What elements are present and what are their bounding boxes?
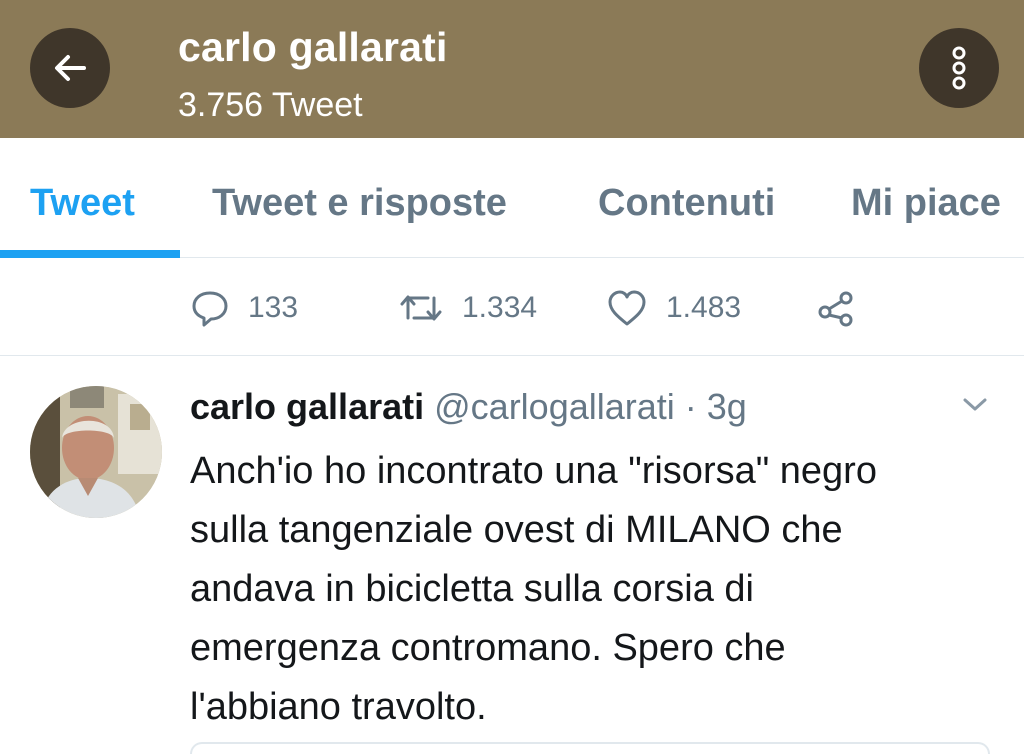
profile-name-title: carlo gallarati (178, 24, 448, 70)
like-action[interactable]: 1.483 (606, 288, 741, 328)
share-action[interactable] (815, 288, 875, 328)
arrow-left-icon (55, 55, 86, 81)
embedded-card-edge (190, 742, 990, 754)
tab-tweet-e-risposte[interactable]: Tweet e risposte (212, 182, 507, 225)
tweet-text-line: l'abbiano travolto. (190, 686, 487, 728)
tweet-author-name[interactable]: carlo gallarati (190, 386, 424, 427)
tweet-separator: · (674, 386, 707, 427)
retweet-count: 1.334 (462, 291, 538, 324)
back-button[interactable] (30, 28, 110, 108)
avatar[interactable] (30, 386, 162, 518)
profile-tabs: Tweet Tweet e risposte Contenuti Mi piac… (0, 138, 1024, 258)
more-options-button[interactable] (919, 28, 999, 108)
share-icon (818, 291, 853, 327)
tweet-menu-button[interactable] (962, 396, 988, 419)
more-vertical-icon (952, 46, 966, 90)
tweet-text-line: sulla tangenziale ovest di MILANO che (190, 509, 843, 551)
reply-icon (192, 291, 228, 327)
tweet-text-line: emergenza contromano. Spero che (190, 627, 786, 669)
tweet-text: Anch'io ho incontrato una "risorsa" negr… (190, 442, 990, 737)
active-tab-indicator (0, 250, 180, 258)
tweet-count: 3.756 Tweet (178, 86, 363, 124)
tab-mi-piace[interactable]: Mi piace (851, 182, 1001, 225)
tweet-time: 3g (706, 386, 747, 427)
tab-tweet[interactable]: Tweet (30, 182, 135, 225)
chevron-down-icon (963, 398, 987, 411)
tweet-header: carlo gallarati @carlogallarati · 3g (190, 386, 747, 428)
tab-contenuti[interactable]: Contenuti (598, 182, 775, 225)
tweet-actions-row: 133 1.334 1.483 (0, 258, 1024, 356)
reply-count: 133 (248, 291, 299, 324)
retweet-action[interactable]: 1.334 (398, 288, 537, 328)
tweet-item[interactable]: carlo gallarati @carlogallarati · 3g Anc… (0, 356, 1024, 754)
tweet-text-line: Anch'io ho incontrato una "risorsa" negr… (190, 450, 877, 492)
retweet-icon (400, 295, 442, 321)
reply-action[interactable]: 133 (190, 288, 298, 328)
avatar-photo (30, 386, 162, 518)
profile-header-bar: carlo gallarati 3.756 Tweet (0, 0, 1024, 138)
tweet-author-handle[interactable]: @carlogallarati (434, 386, 675, 427)
like-count: 1.483 (666, 291, 742, 324)
heart-icon (608, 290, 646, 326)
tweet-text-line: andava in bicicletta sulla corsia di (190, 568, 754, 610)
